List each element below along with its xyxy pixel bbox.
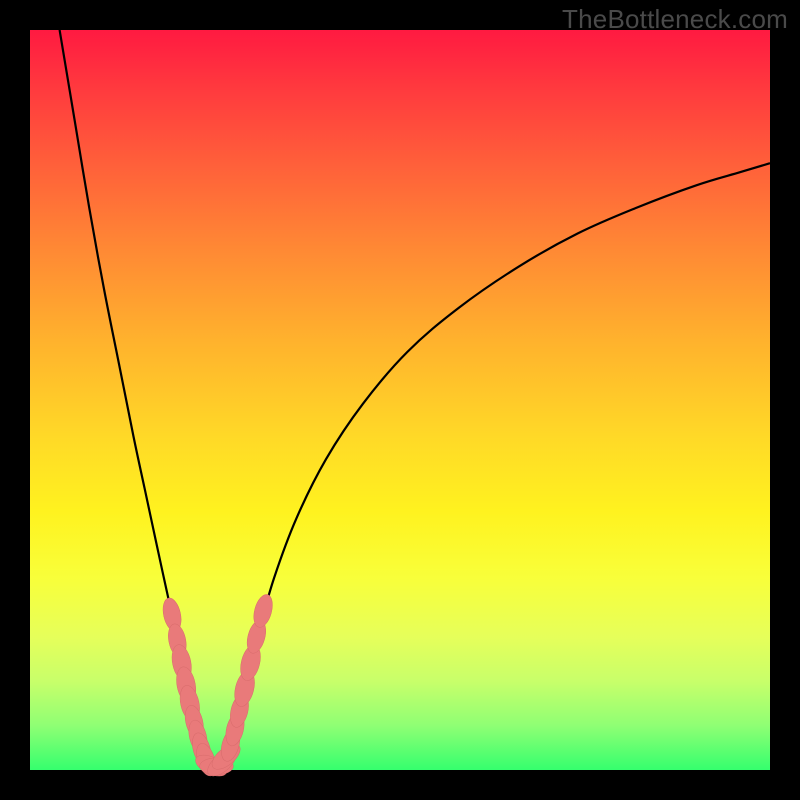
marker-group [160,592,276,780]
curve-group [60,30,770,769]
watermark-text: TheBottleneck.com [562,4,788,35]
plot-area [30,30,770,770]
bottleneck-curve [60,30,770,769]
chart-svg [30,30,770,770]
outer-frame: TheBottleneck.com [0,0,800,800]
